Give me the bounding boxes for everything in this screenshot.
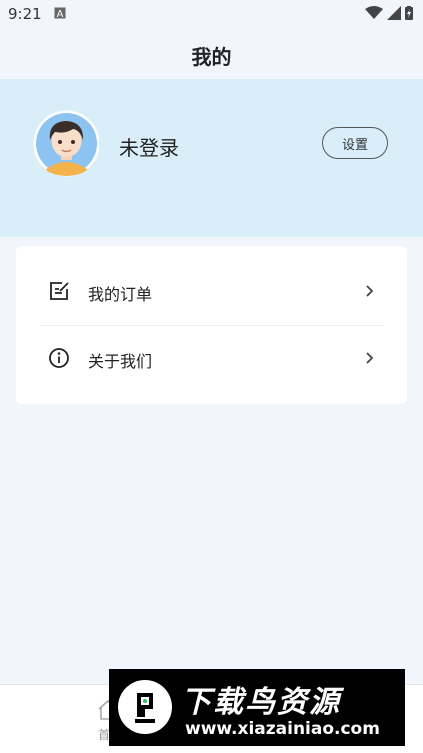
chevron-right-icon [366,352,374,364]
menu-item-my-orders[interactable]: 我的订单 [16,259,407,325]
order-edit-icon [50,282,69,300]
info-icon [49,348,69,368]
settings-button[interactable]: 设置 [322,127,388,159]
menu-item-label: 我的订单 [88,285,153,304]
menu-item-about-us[interactable]: 关于我们 [16,326,407,392]
status-time: 9:21 [8,5,42,23]
login-status-text[interactable]: 未登录 [119,132,179,161]
watermark-banner: 下载鸟资源 www.xiazainiao.com [109,669,405,746]
header: 我的 [0,30,423,78]
profile-section[interactable]: 未登录 设置 [0,79,423,237]
signal-icon [387,6,401,20]
menu-card: 我的订单 关于我们 [16,246,407,404]
watermark-title: 下载鸟资源 [181,685,341,720]
status-icons [365,6,413,20]
svg-text:A: A [57,9,64,19]
page-title: 我的 [191,45,232,69]
keyboard-a-icon: A [54,7,66,19]
wifi-icon [365,6,383,19]
watermark-logo-icon [118,680,172,734]
watermark-url: www.xiazainiao.com [185,719,380,739]
chevron-right-icon [366,285,374,297]
status-bar: 9:21 A [0,0,423,30]
menu-item-label: 关于我们 [88,352,153,371]
avatar[interactable] [33,110,100,177]
battery-icon [405,6,413,20]
